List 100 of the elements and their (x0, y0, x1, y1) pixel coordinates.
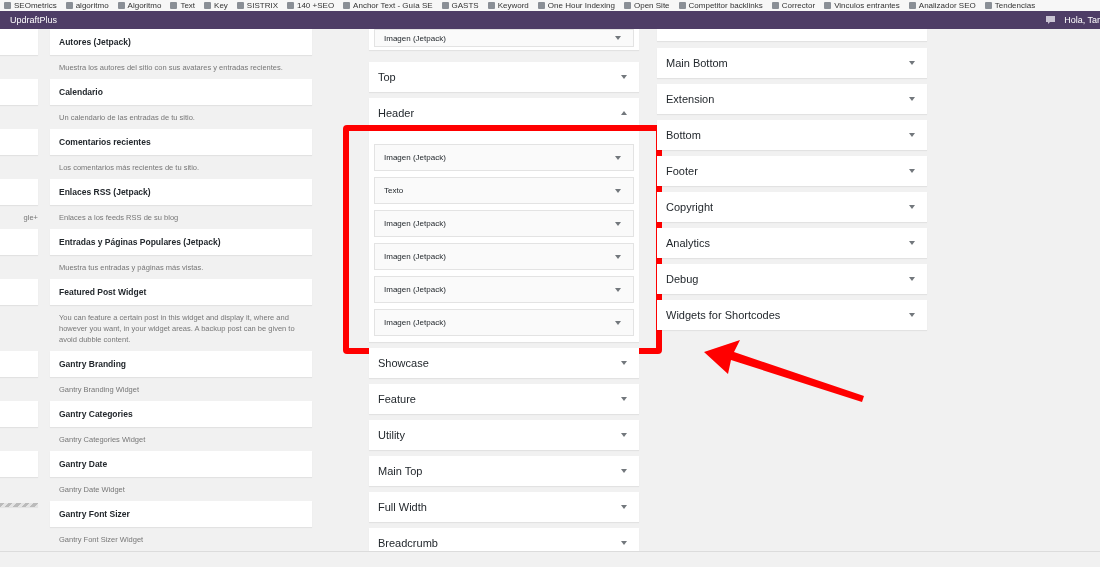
favicon-icon (286, 2, 294, 9)
bookmark-link[interactable]: Open Site (623, 0, 670, 11)
widget-card (0, 401, 38, 427)
widget-title[interactable]: Calendario (50, 79, 312, 105)
widget-item[interactable]: Imagen (Jetpack) (374, 29, 634, 47)
caret-icon (615, 221, 621, 226)
caret-icon (615, 36, 621, 40)
favicon-icon (537, 2, 545, 9)
favicon-icon (170, 2, 178, 9)
caret-icon (909, 97, 915, 101)
bookmark-link[interactable]: algoritmo (65, 0, 109, 11)
caret-icon (621, 111, 627, 115)
bookmark-link[interactable]: Anchor Text - Guía SE (343, 0, 433, 11)
widget-title[interactable]: Autores (Jetpack) (50, 29, 312, 55)
widget-card (0, 351, 38, 377)
sidebar-header[interactable]: Extension (657, 84, 927, 114)
bookmark-link[interactable]: SEOmetrics (4, 0, 57, 11)
greeting-link[interactable]: Hola, Tar (1064, 15, 1100, 25)
bookmark-link[interactable]: Key (204, 0, 228, 11)
sidebar-header[interactable]: Bottom (657, 120, 927, 150)
widget-card (0, 79, 38, 105)
caret-icon (621, 433, 627, 437)
caret-icon (909, 169, 915, 173)
bookmark-link[interactable]: 140 +SEO (286, 0, 335, 11)
caret-icon (909, 205, 915, 209)
favicon-icon (771, 2, 779, 9)
caret-icon (621, 541, 627, 545)
caret-icon (909, 313, 915, 317)
widget-card (0, 229, 38, 255)
caret-icon (615, 188, 621, 193)
widget-card (0, 179, 38, 205)
favicon-icon (4, 2, 11, 9)
sidebar-header[interactable]: Widgets for Shortcodes (657, 300, 927, 330)
bookmark-link[interactable]: Keyword (487, 0, 529, 11)
comment-icon[interactable] (1046, 16, 1056, 24)
caret-icon (909, 241, 915, 245)
widget-item[interactable]: Imagen (Jetpack) (374, 210, 634, 237)
favicon-icon (204, 2, 212, 9)
sidebar-header[interactable]: Top (369, 62, 639, 92)
sidebar-header[interactable]: Feature (369, 384, 639, 414)
widget-title[interactable]: Gantry Branding (50, 351, 312, 377)
caret-icon (621, 75, 627, 79)
favicon-icon (65, 2, 73, 9)
bookmark-link[interactable]: GASTS (441, 0, 479, 11)
sidebar-header[interactable]: Breadcrumb (369, 528, 639, 551)
widget-title[interactable]: Entradas y Páginas Populares (Jetpack) (50, 229, 312, 255)
widget-item[interactable]: Imagen (Jetpack) (374, 276, 634, 303)
bookmark-link[interactable]: Corrector (771, 0, 816, 11)
sidebar-header[interactable]: Showcase (369, 348, 639, 378)
widget-title[interactable]: Gantry Font Sizer (50, 501, 312, 527)
widget-title[interactable]: Featured Post Widget (50, 279, 312, 305)
bookmark-link[interactable]: Tendencias (984, 0, 1036, 11)
widget-item[interactable]: Imagen (Jetpack) (374, 144, 634, 171)
sidebar-header[interactable]: Analytics (657, 228, 927, 258)
widget-item[interactable]: Texto (374, 177, 634, 204)
sidebar-header[interactable]: Copyright (657, 192, 927, 222)
caret-icon (909, 61, 915, 65)
sidebar-header[interactable]: Utility (369, 420, 639, 450)
favicon-icon (343, 2, 351, 9)
sidebar-header[interactable]: Debug (657, 264, 927, 294)
widget-card (0, 29, 38, 55)
sidebar-header[interactable]: Header (369, 98, 639, 128)
widget-card (0, 279, 38, 305)
widget-card (0, 451, 38, 477)
widget-item[interactable]: Imagen (Jetpack) (374, 243, 634, 270)
bookmark-link[interactable]: One Hour Indexing (537, 0, 615, 11)
favicon-icon (623, 2, 631, 9)
favicon-icon (236, 2, 244, 9)
sidebar-header[interactable]: Main Bottom (657, 48, 927, 78)
widget-title[interactable]: Enlaces RSS (Jetpack) (50, 179, 312, 205)
favicon-icon (678, 2, 686, 9)
bookmark-link[interactable]: Competitor backlinks (678, 0, 763, 11)
sidebar-header[interactable]: Footer (657, 156, 927, 186)
widget-title[interactable]: Comentarios recientes (50, 129, 312, 155)
bookmark-link[interactable]: Text (170, 0, 196, 11)
caret-icon (621, 361, 627, 365)
favicon-icon (908, 2, 916, 9)
widget-title[interactable]: Gantry Categories (50, 401, 312, 427)
favicon-icon (441, 2, 449, 9)
bookmark-link[interactable]: SISTRIX (236, 0, 278, 11)
sidebar-header[interactable]: Full Width (369, 492, 639, 522)
widget-title[interactable]: Gantry Date (50, 451, 312, 477)
favicon-icon (487, 2, 495, 9)
caret-icon (621, 469, 627, 473)
caret-icon (909, 277, 915, 281)
caret-icon (615, 320, 621, 325)
caret-icon (615, 287, 621, 292)
bookmark-link[interactable]: Vinculos entrantes (824, 0, 900, 11)
caret-icon (621, 505, 627, 509)
favicon-icon (824, 2, 832, 9)
bookmark-link[interactable]: Analizador SEO (908, 0, 976, 11)
caret-icon (909, 133, 915, 137)
widget-card (0, 129, 38, 155)
caret-icon (615, 254, 621, 259)
drop-placeholder (0, 503, 38, 507)
site-name-link[interactable]: UpdraftPlus (10, 15, 58, 25)
favicon-icon (117, 2, 125, 9)
bookmark-link[interactable]: Algoritmo (117, 0, 162, 11)
widget-item[interactable]: Imagen (Jetpack) (374, 309, 634, 336)
sidebar-header[interactable]: Main Top (369, 456, 639, 486)
